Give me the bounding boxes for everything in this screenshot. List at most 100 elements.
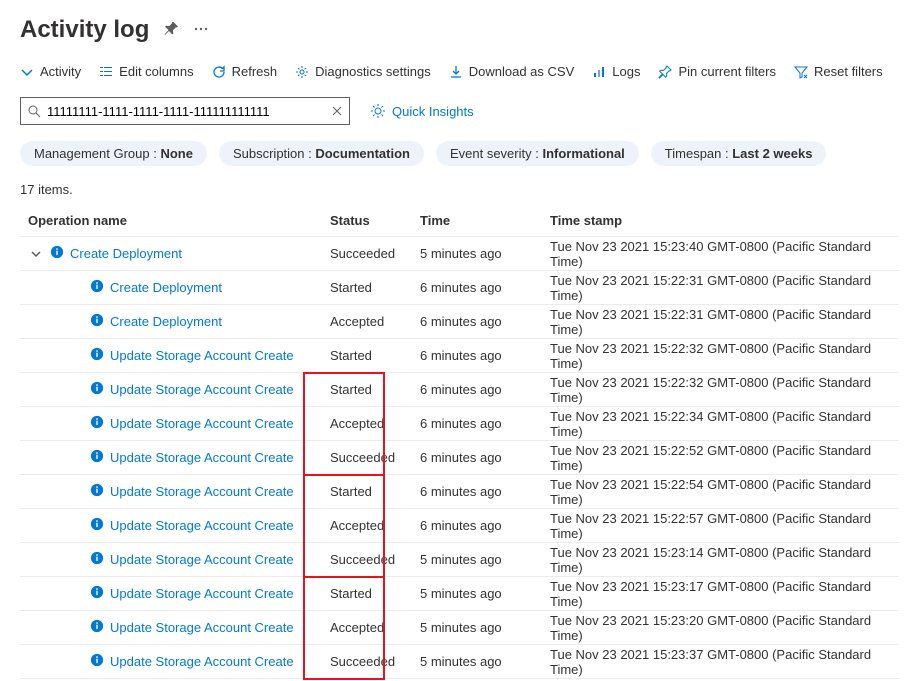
operation-link[interactable]: Update Storage Account Create bbox=[110, 620, 294, 635]
time-cell: 5 minutes ago bbox=[420, 246, 550, 261]
operation-link[interactable]: Update Storage Account Create bbox=[110, 348, 294, 363]
pin-filters-button[interactable]: Pin current filters bbox=[658, 64, 776, 79]
time-cell: 5 minutes ago bbox=[420, 552, 550, 567]
reset-filters-label: Reset filters bbox=[814, 64, 883, 79]
status-cell: Succeeded bbox=[330, 450, 420, 465]
timestamp-cell: Tue Nov 23 2021 15:22:54 GMT-0800 (Pacif… bbox=[550, 477, 899, 507]
operation-link[interactable]: Update Storage Account Create bbox=[110, 450, 294, 465]
search-input[interactable] bbox=[47, 104, 325, 119]
operation-link[interactable]: Create Deployment bbox=[110, 280, 222, 295]
info-icon bbox=[90, 449, 104, 466]
info-icon bbox=[90, 483, 104, 500]
refresh-label: Refresh bbox=[232, 64, 278, 79]
timestamp-cell: Tue Nov 23 2021 15:23:40 GMT-0800 (Pacif… bbox=[550, 239, 899, 269]
table-row[interactable]: Create Deployment Started6 minutes agoTue… bbox=[20, 271, 899, 305]
col-operation[interactable]: Operation name bbox=[20, 213, 330, 228]
time-cell: 5 minutes ago bbox=[420, 620, 550, 635]
download-button[interactable]: Download as CSV bbox=[449, 64, 575, 79]
logs-label: Logs bbox=[612, 64, 640, 79]
timestamp-cell: Tue Nov 23 2021 15:22:32 GMT-0800 (Pacif… bbox=[550, 341, 899, 371]
activity-label: Activity bbox=[40, 64, 81, 79]
pin-icon[interactable] bbox=[163, 21, 179, 40]
refresh-button[interactable]: Refresh bbox=[212, 64, 278, 79]
clear-icon[interactable] bbox=[331, 105, 343, 117]
filter-management-group[interactable]: Management Group : None bbox=[20, 141, 207, 166]
timestamp-cell: Tue Nov 23 2021 15:22:32 GMT-0800 (Pacif… bbox=[550, 375, 899, 405]
status-cell: Accepted bbox=[330, 620, 420, 635]
pin-filters-label: Pin current filters bbox=[678, 64, 776, 79]
status-cell: Started bbox=[330, 586, 420, 601]
table-row[interactable]: Create Deployment Accepted6 minutes agoTu… bbox=[20, 305, 899, 339]
operation-link[interactable]: Update Storage Account Create bbox=[110, 382, 294, 397]
timestamp-cell: Tue Nov 23 2021 15:23:14 GMT-0800 (Pacif… bbox=[550, 545, 899, 575]
diagnostics-button[interactable]: Diagnostics settings bbox=[295, 64, 431, 79]
info-icon bbox=[90, 381, 104, 398]
filter-timespan[interactable]: Timespan : Last 2 weeks bbox=[651, 141, 827, 166]
page-title: Activity log bbox=[20, 16, 149, 44]
status-cell: Accepted bbox=[330, 416, 420, 431]
time-cell: 6 minutes ago bbox=[420, 416, 550, 431]
logs-button[interactable]: Logs bbox=[592, 64, 640, 79]
info-icon bbox=[90, 653, 104, 670]
status-cell: Started bbox=[330, 280, 420, 295]
timestamp-cell: Tue Nov 23 2021 15:23:37 GMT-0800 (Pacif… bbox=[550, 647, 899, 677]
edit-columns-button[interactable]: Edit columns bbox=[99, 64, 193, 79]
timestamp-cell: Tue Nov 23 2021 15:22:52 GMT-0800 (Pacif… bbox=[550, 443, 899, 473]
time-cell: 6 minutes ago bbox=[420, 484, 550, 499]
timestamp-cell: Tue Nov 23 2021 15:22:31 GMT-0800 (Pacif… bbox=[550, 273, 899, 303]
operation-link[interactable]: Update Storage Account Create bbox=[110, 586, 294, 601]
table-row[interactable]: Update Storage Account CreateAccepted6 m… bbox=[20, 509, 899, 543]
operation-link[interactable]: Update Storage Account Create bbox=[110, 552, 294, 567]
table-row[interactable]: Update Storage Account Create Started5 mi… bbox=[20, 577, 899, 611]
operation-link[interactable]: Create Deployment bbox=[70, 246, 182, 261]
timestamp-cell: Tue Nov 23 2021 15:22:34 GMT-0800 (Pacif… bbox=[550, 409, 899, 439]
info-icon bbox=[90, 585, 104, 602]
time-cell: 5 minutes ago bbox=[420, 586, 550, 601]
table-row[interactable]: Update Storage Account CreateSucceeded5 … bbox=[20, 543, 899, 577]
quick-insights-button[interactable]: Quick Insights bbox=[370, 103, 474, 119]
table-row[interactable]: Update Storage Account CreateStarted6 mi… bbox=[20, 339, 899, 373]
search-box[interactable] bbox=[20, 97, 350, 125]
timestamp-cell: Tue Nov 23 2021 15:22:57 GMT-0800 (Pacif… bbox=[550, 511, 899, 541]
filter-severity[interactable]: Event severity : Informational bbox=[436, 141, 639, 166]
download-label: Download as CSV bbox=[469, 64, 575, 79]
info-icon bbox=[90, 347, 104, 364]
search-icon bbox=[27, 104, 41, 118]
operation-link[interactable]: Update Storage Account Create bbox=[110, 416, 294, 431]
table-row[interactable]: Update Storage Account CreateStarted6 mi… bbox=[20, 475, 899, 509]
operation-link[interactable]: Update Storage Account Create bbox=[110, 654, 294, 669]
table-row[interactable]: Update Storage Account Create Accepted6 m… bbox=[20, 407, 899, 441]
col-status[interactable]: Status bbox=[330, 213, 420, 228]
filter-subscription[interactable]: Subscription : Documentation bbox=[219, 141, 424, 166]
reset-filters-button[interactable]: Reset filters bbox=[794, 64, 883, 79]
timestamp-cell: Tue Nov 23 2021 15:23:17 GMT-0800 (Pacif… bbox=[550, 579, 899, 609]
time-cell: 6 minutes ago bbox=[420, 280, 550, 295]
chevron-down-icon[interactable] bbox=[28, 248, 44, 260]
more-icon[interactable] bbox=[193, 21, 209, 40]
status-cell: Accepted bbox=[330, 314, 420, 329]
time-cell: 6 minutes ago bbox=[420, 348, 550, 363]
status-cell: Succeeded bbox=[330, 654, 420, 669]
table-row[interactable]: Update Storage Account CreateStarted6 mi… bbox=[20, 373, 899, 407]
info-icon bbox=[90, 619, 104, 636]
info-icon bbox=[90, 517, 104, 534]
edit-columns-label: Edit columns bbox=[119, 64, 193, 79]
time-cell: 6 minutes ago bbox=[420, 314, 550, 329]
table-row[interactable]: Create DeploymentSucceeded5 minutes agoT… bbox=[20, 237, 899, 271]
table-row[interactable]: Update Storage Account CreateSucceeded6 … bbox=[20, 441, 899, 475]
operation-link[interactable]: Create Deployment bbox=[110, 314, 222, 329]
info-icon bbox=[90, 551, 104, 568]
col-timestamp[interactable]: Time stamp bbox=[550, 213, 899, 228]
table-row[interactable]: Update Storage Account CreateSucceeded5 … bbox=[20, 645, 899, 679]
operation-link[interactable]: Update Storage Account Create bbox=[110, 484, 294, 499]
diagnostics-label: Diagnostics settings bbox=[315, 64, 431, 79]
col-time[interactable]: Time bbox=[420, 213, 550, 228]
item-count: 17 items. bbox=[0, 174, 919, 205]
operation-link[interactable]: Update Storage Account Create bbox=[110, 518, 294, 533]
table-row[interactable]: Update Storage Account Create Accepted5 m… bbox=[20, 611, 899, 645]
activity-dropdown[interactable]: Activity bbox=[20, 64, 81, 79]
status-cell: Accepted bbox=[330, 518, 420, 533]
info-icon bbox=[90, 313, 104, 330]
status-cell: Started bbox=[330, 382, 420, 397]
timestamp-cell: Tue Nov 23 2021 15:22:31 GMT-0800 (Pacif… bbox=[550, 307, 899, 337]
